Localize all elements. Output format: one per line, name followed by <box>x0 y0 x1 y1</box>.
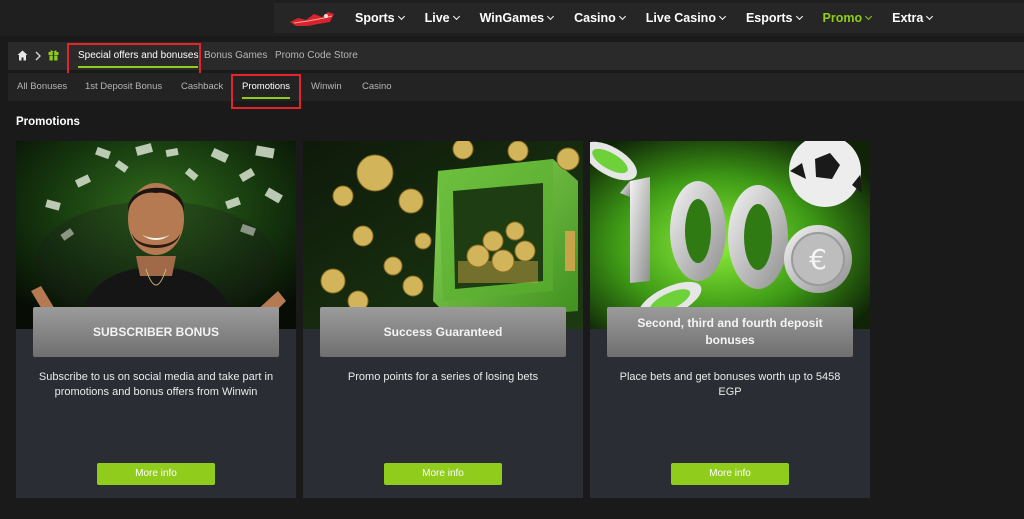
breadcrumb: Special offers and bonuses Bonus Games P… <box>8 42 1024 70</box>
main-nav: Sports Live WinGames Casino Live Casino … <box>355 0 953 36</box>
tab-1st-deposit-bonus[interactable]: 1st Deposit Bonus <box>85 73 162 101</box>
card-description: Subscribe to us on social media and take… <box>38 371 274 398</box>
more-info-button[interactable]: More info <box>97 463 215 485</box>
nav-label: Esports <box>745 11 793 25</box>
nav-item-live-casino[interactable]: Live Casino <box>645 11 727 25</box>
chevron-down-icon <box>397 12 405 21</box>
card-title: SUBSCRIBER BONUS <box>33 307 279 357</box>
card-description: Promo points for a series of losing bets <box>347 371 539 383</box>
nav-label: Extra <box>892 11 924 25</box>
top-navbar: Sports Live WinGames Casino Live Casino … <box>0 0 1024 36</box>
tab-promotions[interactable]: Promotions <box>242 73 291 101</box>
promo-image-green-safe <box>303 141 583 329</box>
home-icon[interactable] <box>17 50 28 61</box>
tab-label: Promotions <box>242 81 291 92</box>
section-title: Promotions <box>16 116 80 128</box>
nav-label: Casino <box>574 11 616 25</box>
nav-label: Promo <box>822 11 863 25</box>
nav-item-live[interactable]: Live <box>424 11 460 25</box>
chevron-down-icon <box>618 12 626 21</box>
nav-label: Live <box>424 11 450 25</box>
nav-label: Live Casino <box>645 11 716 25</box>
nav-item-casino[interactable]: Casino <box>574 11 626 25</box>
nav-item-esports[interactable]: Esports <box>745 11 803 25</box>
promo-image-silver-100: € <box>590 141 870 329</box>
nav-item-wingames[interactable]: WinGames <box>479 11 555 25</box>
card-description: Place bets and get bonuses worth up to 5… <box>619 371 841 398</box>
nav-item-extra[interactable]: Extra <box>892 11 934 25</box>
chevron-down-icon <box>547 12 555 21</box>
breadcrumb-item-bonus-games[interactable]: Bonus Games <box>204 42 267 70</box>
nav-label: Sports <box>355 11 395 25</box>
active-underline <box>78 66 199 68</box>
more-info-button[interactable]: More info <box>384 463 502 485</box>
chevron-down-icon <box>718 12 727 21</box>
tab-all-bonuses[interactable]: All Bonuses <box>17 73 67 101</box>
promo-card-subscriber-bonus[interactable]: SUBSCRIBER BONUS Subscribe to us on soci… <box>16 141 296 498</box>
breadcrumb-item-special-offers[interactable]: Special offers and bonuses <box>74 42 202 70</box>
promo-image-man-with-money <box>16 141 296 329</box>
gift-icon <box>48 50 59 61</box>
promo-card-deposit-bonuses[interactable]: € Second, third and fourth deposit bonus… <box>590 141 870 498</box>
chevron-down-icon <box>926 12 934 21</box>
breadcrumb-item-promo-code-store[interactable]: Promo Code Store <box>275 42 358 70</box>
chevron-down-icon <box>795 12 803 21</box>
nav-label: WinGames <box>479 11 545 25</box>
chevron-right-icon <box>35 51 41 61</box>
nav-item-sports[interactable]: Sports <box>355 11 405 25</box>
subtab-bar: All Bonuses 1st Deposit Bonus Cashback P… <box>8 73 1024 101</box>
more-info-button[interactable]: More info <box>671 463 789 485</box>
tab-winwin[interactable]: Winwin <box>311 73 342 101</box>
active-underline <box>242 97 291 99</box>
chevron-down-icon <box>452 12 460 21</box>
card-title: Second, third and fourth deposit bonuses <box>607 307 853 357</box>
promo-card-success-guaranteed[interactable]: Success Guaranteed Promo points for a se… <box>303 141 583 498</box>
breadcrumb-label: Special offers and bonuses <box>78 50 199 61</box>
chevron-down-icon <box>865 12 873 21</box>
svg-text:€: € <box>809 243 827 276</box>
brand-logo-icon[interactable] <box>288 8 336 30</box>
tab-casino[interactable]: Casino <box>362 73 392 101</box>
card-title: Success Guaranteed <box>320 307 566 357</box>
nav-item-promo[interactable]: Promo <box>822 11 873 25</box>
tab-cashback[interactable]: Cashback <box>181 73 223 101</box>
